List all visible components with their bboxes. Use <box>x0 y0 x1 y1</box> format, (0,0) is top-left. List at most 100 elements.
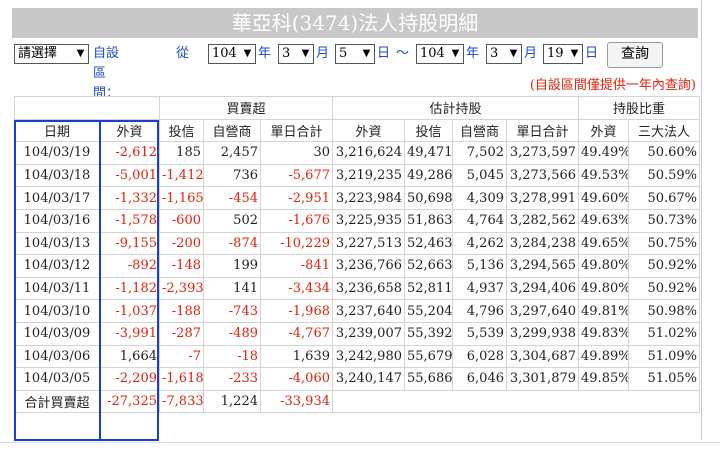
value-cell: 3,239,007 <box>332 321 405 346</box>
column-header: 單日合計 <box>260 118 333 143</box>
total-value: -7,833 <box>159 389 204 414</box>
table-row: 104/03/06 1,664 -7 -18 1,639 3,242,980 55,679 6… <box>14 344 701 369</box>
month-label: 月 <box>316 46 330 61</box>
total-value: -27,325 <box>99 389 160 414</box>
value-cell: 49.81% <box>578 299 630 323</box>
table-body: 104/03/19 -2,612 185 2,457 30 3,216,624 49,471… <box>14 141 701 414</box>
value-cell: 3,299,938 <box>505 321 580 346</box>
from-label: 從 <box>176 46 190 61</box>
value-cell: 51.05% <box>628 367 701 391</box>
value-cell: 3,294,565 <box>505 254 580 278</box>
table-row: 104/03/09 -3,991 -287 -489 -4,767 3,239,007 55… <box>14 321 701 346</box>
chevron-down-icon: ▼ <box>301 48 310 59</box>
value-cell: -1,037 <box>99 299 160 323</box>
date-cell: 104/03/05 <box>14 367 100 391</box>
value-cell: 49.83% <box>578 321 630 346</box>
value-cell: 55,679 <box>404 344 453 369</box>
total-value: -33,934 <box>260 389 333 414</box>
value-cell: 49.80% <box>578 276 630 301</box>
value-cell: 51.02% <box>628 321 701 346</box>
column-header: 自營商 <box>452 118 507 143</box>
value-cell: -489 <box>203 321 261 346</box>
value-cell: 52,463 <box>404 231 453 256</box>
value-cell: 50.98% <box>628 299 701 323</box>
value-cell: 3,297,640 <box>505 299 580 323</box>
value-cell: -188 <box>159 299 204 323</box>
table-row: 104/03/11 -1,182 -2,393 141 -3,434 3,236,658 5… <box>14 276 701 301</box>
table-row: 104/03/17 -1,332 -1,165 -454 -2,951 3,223,984… <box>14 186 701 210</box>
value-cell: -2,951 <box>260 186 333 210</box>
value-cell: 3,216,624 <box>332 141 405 165</box>
value-cell: 49.89% <box>578 344 630 369</box>
value-cell: 5,136 <box>452 254 507 278</box>
start-year-select[interactable]: 104 ▼ <box>208 44 256 64</box>
value-cell: 3,237,640 <box>332 299 405 323</box>
date-cell: 104/03/18 <box>14 163 100 188</box>
total-row: 合計買賣超 -27,325 -7,833 1,224 -33,934 <box>14 389 701 414</box>
value-cell: -1,618 <box>159 367 204 391</box>
query-button[interactable]: 查詢 <box>607 42 663 68</box>
value-cell: -1,676 <box>260 208 333 233</box>
institutional-holdings-table: 買賣超 估計持股 持股比重 日期 外資 投信 自營商 單日合計 外資 投信 自營商 單日合計 外資… <box>14 96 701 414</box>
value-cell: -10,229 <box>260 231 333 256</box>
date-cell: 104/03/17 <box>14 186 100 210</box>
table-row: 104/03/16 -1,578 -600 502 -1,676 3,225,935 51,… <box>14 208 701 233</box>
value-cell: -9,155 <box>99 231 160 256</box>
value-cell: -3,434 <box>260 276 333 301</box>
value-cell: 4,937 <box>452 276 507 301</box>
value-cell: -2,209 <box>99 367 160 391</box>
value-cell: 50.92% <box>628 276 701 301</box>
end-day-select[interactable]: 19 ▼ <box>543 44 583 64</box>
day-label: 日 <box>585 46 599 61</box>
value-cell: 4,309 <box>452 186 507 210</box>
value-cell: 50.75% <box>628 231 701 256</box>
value-cell: 3,282,562 <box>505 208 580 233</box>
value-cell: 4,262 <box>452 231 507 256</box>
value-cell: -1,332 <box>99 186 160 210</box>
bottom-divider <box>0 442 720 443</box>
table-row: 104/03/18 -5,001 -1,412 736 -5,677 3,219,235 4… <box>14 163 701 188</box>
group-header-holding-ratio: 持股比重 <box>578 96 701 120</box>
end-year-value: 104 <box>420 46 445 61</box>
value-cell: 3,273,597 <box>505 141 580 165</box>
value-cell: 1,664 <box>99 344 160 369</box>
column-header: 單日合計 <box>505 118 580 143</box>
value-cell: -454 <box>203 186 261 210</box>
day-label: 日 <box>377 46 391 61</box>
value-cell: -287 <box>159 321 204 346</box>
range-tilde: ～ <box>396 46 410 61</box>
column-header-row: 日期 外資 投信 自營商 單日合計 外資 投信 自營商 單日合計 外資 三大法人 <box>14 118 701 143</box>
start-day-value: 5 <box>339 46 348 61</box>
chevron-down-icon: ▼ <box>362 48 371 59</box>
start-month-select[interactable]: 3 ▼ <box>278 44 314 64</box>
mode-select-value: 請選擇 <box>18 46 58 61</box>
value-cell: -7 <box>159 344 204 369</box>
date-cell: 104/03/11 <box>14 276 100 301</box>
value-cell: 49.65% <box>578 231 630 256</box>
chevron-down-icon: ▼ <box>451 48 460 59</box>
value-cell: 4,764 <box>452 208 507 233</box>
value-cell: 49,286 <box>404 163 453 188</box>
end-month-select[interactable]: 3 ▼ <box>486 44 522 64</box>
group-header-est-holdings: 估計持股 <box>331 96 580 120</box>
value-cell: 52,663 <box>404 254 453 278</box>
value-cell: -233 <box>203 367 261 391</box>
value-cell: 49.80% <box>578 254 630 278</box>
column-header: 自營商 <box>203 118 261 143</box>
value-cell: 49,471 <box>404 141 453 165</box>
value-cell: 3,301,879 <box>505 367 580 391</box>
value-cell: 5,539 <box>452 321 507 346</box>
value-cell: -1,578 <box>99 208 160 233</box>
year-label: 年 <box>258 46 272 61</box>
date-cell: 104/03/06 <box>14 344 100 369</box>
start-day-select[interactable]: 5 ▼ <box>335 44 375 64</box>
end-year-select[interactable]: 104 ▼ <box>416 44 464 64</box>
value-cell: -600 <box>159 208 204 233</box>
value-cell: -5,001 <box>99 163 160 188</box>
mode-select[interactable]: 請選擇 ▼ <box>14 44 89 64</box>
value-cell: 141 <box>203 276 261 301</box>
value-cell: 3,242,980 <box>332 344 405 369</box>
date-cell: 104/03/19 <box>14 141 100 165</box>
value-cell: -200 <box>159 231 204 256</box>
month-label: 月 <box>524 46 538 61</box>
